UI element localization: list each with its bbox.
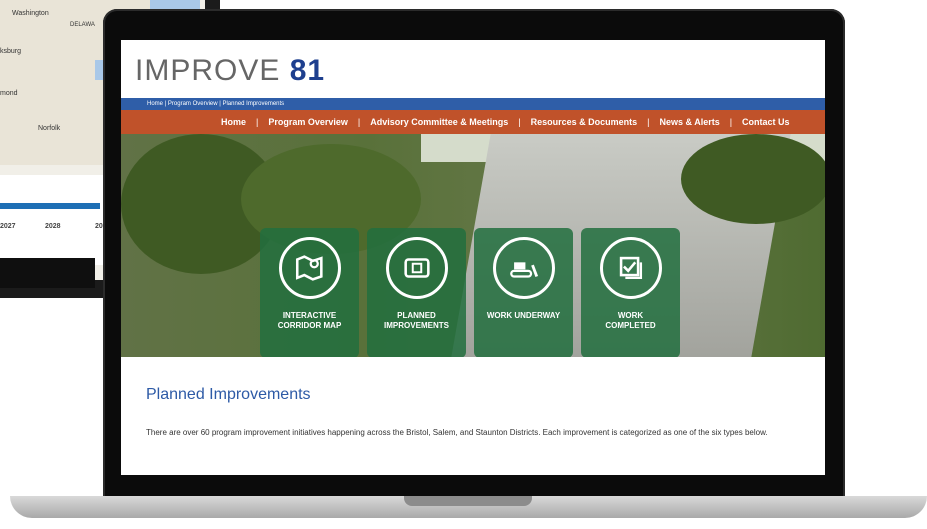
map-icon <box>295 255 323 281</box>
logo-text: IMPROVE <box>135 54 281 87</box>
nav-advisory[interactable]: Advisory Committee & Meetings <box>370 117 508 127</box>
map-label: ksburg <box>0 48 22 55</box>
main-content: Planned Improvements There are over 60 p… <box>146 386 806 440</box>
nav-contact[interactable]: Contact Us <box>742 117 790 127</box>
tile-planned-improvements[interactable]: PLANNED IMPROVEMENTS <box>367 228 466 357</box>
tile-work-completed[interactable]: WORK COMPLETED <box>581 228 680 357</box>
tile-label: WORK UNDERWAY <box>486 311 561 320</box>
bulldozer-icon <box>509 262 538 278</box>
device-bottom <box>0 258 95 288</box>
main-nav: Home | Program Overview | Advisory Commi… <box>121 110 825 134</box>
map-label: mond <box>0 90 18 97</box>
map-label: DELAWA <box>70 22 95 28</box>
map-label: Norfolk <box>38 125 61 132</box>
nav-separator: | <box>518 117 521 127</box>
tile-label: INTERACTIVE CORRIDOR MAP <box>277 311 342 330</box>
map-label: Washington <box>12 10 49 17</box>
nav-separator: | <box>256 117 259 127</box>
tick-label: 2028 <box>45 223 61 230</box>
nav-home[interactable]: Home <box>221 117 246 127</box>
section-title: Planned Improvements <box>146 386 311 403</box>
nav-news[interactable]: News & Alerts <box>660 117 720 127</box>
tile-interactive-map[interactable]: INTERACTIVE CORRIDOR MAP <box>260 228 359 357</box>
tick-label: 2027 <box>0 223 16 230</box>
site-logo[interactable]: IMPROVE 81 <box>135 54 325 88</box>
nav-separator: | <box>729 117 733 127</box>
nav-separator: | <box>647 117 650 127</box>
breadcrumb-text[interactable]: Home | Program Overview | Planned Improv… <box>147 101 284 107</box>
progress-bar <box>0 203 100 209</box>
laptop-notch <box>404 496 532 506</box>
logo-number: 81 <box>289 54 326 87</box>
nav-program-overview[interactable]: Program Overview <box>268 117 348 127</box>
tick-label: 20 <box>95 223 103 230</box>
hero-image: INTERACTIVE CORRIDOR MAP PLANNED IMPROVE… <box>121 134 825 357</box>
tile-label: PLANNED IMPROVEMENTS <box>384 311 449 330</box>
tile-icon-circle <box>599 237 662 299</box>
tile-label: WORK COMPLETED <box>605 311 656 330</box>
tile-work-underway[interactable]: WORK UNDERWAY <box>474 228 573 357</box>
checklist-icon <box>619 256 642 280</box>
breadcrumb: Home | Program Overview | Planned Improv… <box>121 98 825 110</box>
website-screen: IMPROVE 81 Home | Program Overview | Pla… <box>121 40 825 475</box>
hero-trees <box>681 134 825 224</box>
tile-icon-circle <box>385 237 448 299</box>
tile-icon-circle <box>492 237 555 299</box>
tile-icon-circle <box>278 237 341 299</box>
blueprint-icon <box>403 258 430 278</box>
nav-separator: | <box>357 117 361 127</box>
nav-resources[interactable]: Resources & Documents <box>531 117 638 127</box>
section-text: There are over 60 program improvement in… <box>146 428 768 437</box>
